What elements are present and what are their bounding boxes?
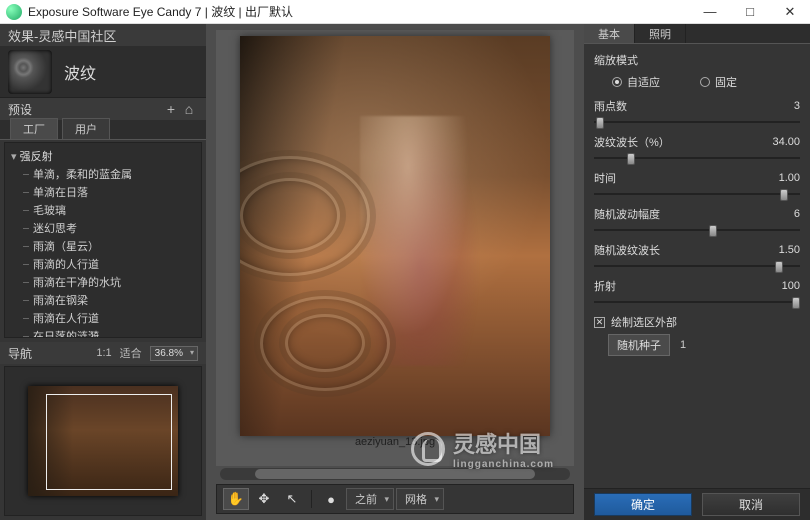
effects-header: 效果-灵感中国社区 bbox=[0, 24, 206, 46]
random-seed-button[interactable]: 随机种子 bbox=[608, 334, 670, 356]
preset-item[interactable]: 迷幻思考 bbox=[23, 219, 201, 237]
grid-dropdown[interactable]: 网格 bbox=[396, 488, 444, 510]
preset-tab-factory[interactable]: 工厂 bbox=[10, 118, 58, 139]
param-label: 雨点数 bbox=[594, 98, 760, 114]
param-value[interactable]: 1.50 bbox=[760, 244, 800, 256]
preset-item[interactable]: 雨滴在干净的水坑 bbox=[23, 273, 201, 291]
draw-outside-label: 绘制选区外部 bbox=[611, 314, 677, 330]
param-slider[interactable] bbox=[594, 188, 800, 200]
app-icon bbox=[6, 4, 22, 20]
navigator-thumbnail[interactable] bbox=[28, 386, 178, 496]
window-maximize-button[interactable]: □ bbox=[730, 0, 770, 24]
param-slider[interactable] bbox=[594, 224, 800, 236]
radio-fixed-label: 固定 bbox=[715, 74, 737, 90]
radio-adaptive-label: 自适应 bbox=[627, 74, 660, 90]
param-slider[interactable] bbox=[594, 116, 800, 128]
cancel-button[interactable]: 取消 bbox=[702, 493, 800, 516]
window-minimize-button[interactable]: — bbox=[690, 0, 730, 24]
viewer-toolbar: ✋ ✥ ↖ ● 之前 网格 bbox=[216, 484, 574, 514]
preset-tab-user[interactable]: 用户 bbox=[62, 118, 110, 139]
ok-button[interactable]: 确定 bbox=[594, 493, 692, 516]
center-panel: aeziyuan_13.jpg ✋ ✥ ↖ ● 之前 网格 灵感中国 lingg… bbox=[206, 24, 584, 520]
param-value[interactable]: 1.00 bbox=[760, 172, 800, 184]
tab-basic[interactable]: 基本 bbox=[584, 24, 635, 43]
param-value[interactable]: 3 bbox=[760, 100, 800, 112]
param-drops: 雨点数3 bbox=[594, 98, 800, 128]
param-randlen: 随机波纹波长1.50 bbox=[594, 242, 800, 272]
param-label: 波纹波长（%） bbox=[594, 134, 760, 150]
param-slider[interactable] bbox=[594, 260, 800, 272]
preview-image[interactable] bbox=[240, 36, 550, 436]
right-panel: 基本 照明 缩放模式 自适应 固定 雨点数3 波纹波长（%）34.00 时间1.00… bbox=[584, 24, 810, 520]
preset-item[interactable]: 毛玻璃 bbox=[23, 201, 201, 219]
scale-mode-label: 缩放模式 bbox=[594, 52, 800, 68]
param-perturb: 随机波动幅度6 bbox=[594, 206, 800, 236]
radio-fixed[interactable]: 固定 bbox=[700, 74, 737, 90]
navigator-panel[interactable] bbox=[4, 366, 202, 516]
preset-item[interactable]: 雨滴在钢梁 bbox=[23, 291, 201, 309]
current-effect-row[interactable]: 波纹 bbox=[0, 46, 206, 98]
param-label: 随机波纹波长 bbox=[594, 242, 760, 258]
preset-tree[interactable]: 强反射单滴，柔和的蓝金属单滴在日落毛玻璃迷幻思考雨滴（星云）雨滴的人行道雨滴在干… bbox=[4, 142, 202, 338]
param-label: 折射 bbox=[594, 278, 760, 294]
preset-item[interactable]: 单滴在日落 bbox=[23, 183, 201, 201]
marker-tool-icon[interactable]: ● bbox=[318, 488, 344, 510]
radio-adaptive[interactable]: 自适应 bbox=[612, 74, 660, 90]
canvas-area[interactable]: aeziyuan_13.jpg bbox=[216, 30, 574, 466]
left-panel: 效果-灵感中国社区 波纹 预设 + ⌂ 工厂 用户 强反射单滴，柔和的蓝金属单滴… bbox=[0, 24, 206, 520]
param-slider[interactable] bbox=[594, 296, 800, 308]
add-preset-icon[interactable]: + bbox=[162, 101, 180, 117]
presets-header: 预设 bbox=[8, 101, 162, 118]
radio-dot-icon bbox=[612, 77, 622, 87]
param-value[interactable]: 100 bbox=[760, 280, 800, 292]
radio-dot-icon bbox=[700, 77, 710, 87]
window-titlebar: Exposure Software Eye Candy 7 | 波纹 | 出厂默… bbox=[0, 0, 810, 24]
param-value[interactable]: 6 bbox=[760, 208, 800, 220]
param-wavelen: 波纹波长（%）34.00 bbox=[594, 134, 800, 164]
navigator-header: 导航 bbox=[8, 345, 88, 362]
effect-name: 波纹 bbox=[64, 60, 96, 84]
param-value[interactable]: 34.00 bbox=[760, 136, 800, 148]
effect-thumbnail bbox=[8, 50, 52, 94]
window-title: Exposure Software Eye Candy 7 | 波纹 | 出厂默… bbox=[28, 3, 690, 20]
preset-group[interactable]: 强反射 bbox=[11, 147, 201, 165]
zoom-select[interactable]: 36.8% bbox=[150, 346, 198, 361]
zoom-ratio-button[interactable]: 1:1 bbox=[96, 347, 111, 359]
preset-item[interactable]: 雨滴在人行道 bbox=[23, 309, 201, 327]
manage-presets-icon[interactable]: ⌂ bbox=[180, 101, 198, 117]
preset-item[interactable]: 在日落的涟漪 bbox=[23, 327, 201, 338]
window-close-button[interactable]: ✕ bbox=[770, 0, 810, 24]
move-tool-icon[interactable]: ✥ bbox=[251, 488, 277, 510]
preset-item[interactable]: 雨滴（星云） bbox=[23, 237, 201, 255]
filename-label: aeziyuan_13.jpg bbox=[216, 436, 574, 454]
tab-lighting[interactable]: 照明 bbox=[635, 24, 686, 43]
param-label: 随机波动幅度 bbox=[594, 206, 760, 222]
random-seed-value: 1 bbox=[680, 339, 686, 351]
horizontal-scrollbar[interactable] bbox=[220, 468, 570, 480]
zoom-fit-button[interactable]: 适合 bbox=[120, 345, 142, 361]
hand-tool-icon[interactable]: ✋ bbox=[223, 488, 249, 510]
param-label: 时间 bbox=[594, 170, 760, 186]
preset-item[interactable]: 单滴，柔和的蓝金属 bbox=[23, 165, 201, 183]
pointer-tool-icon[interactable]: ↖ bbox=[279, 488, 305, 510]
draw-outside-checkbox[interactable]: ✕ 绘制选区外部 bbox=[594, 314, 800, 330]
compare-dropdown[interactable]: 之前 bbox=[346, 488, 394, 510]
param-time: 时间1.00 bbox=[594, 170, 800, 200]
preset-item[interactable]: 雨滴的人行道 bbox=[23, 255, 201, 273]
checkbox-icon: ✕ bbox=[594, 317, 605, 328]
param-refract: 折射100 bbox=[594, 278, 800, 308]
param-slider[interactable] bbox=[594, 152, 800, 164]
